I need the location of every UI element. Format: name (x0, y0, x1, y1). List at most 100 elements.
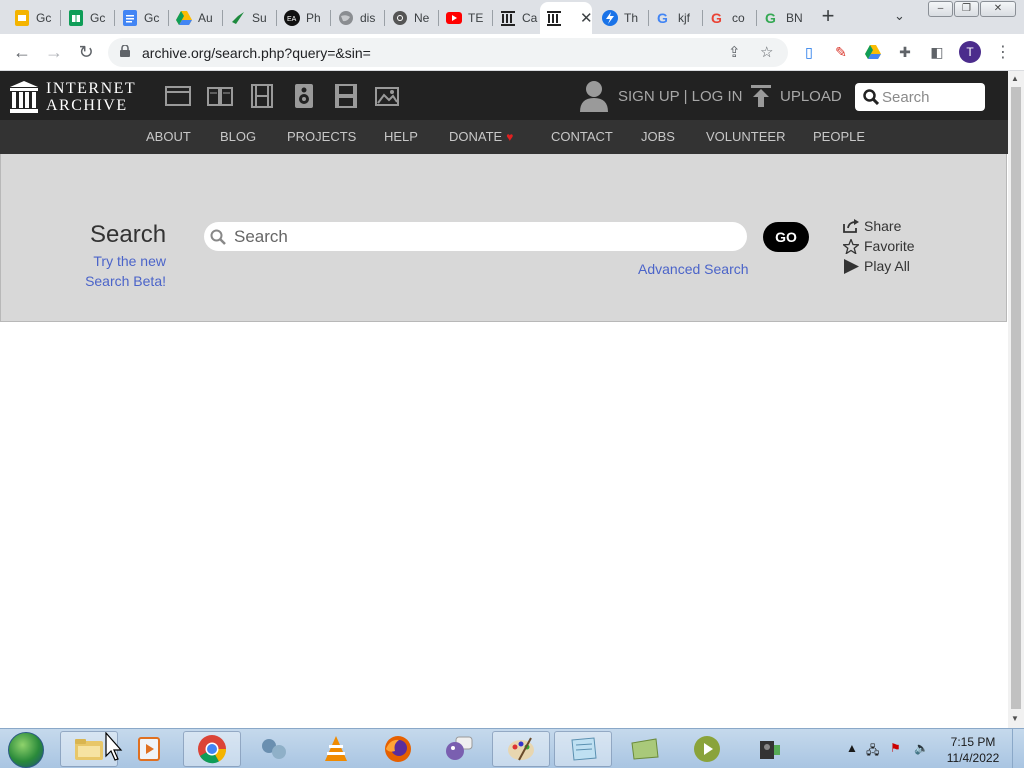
taskbar-paint[interactable] (492, 731, 550, 767)
side-panel-icon[interactable]: ◧ (928, 43, 946, 61)
taskbar-network-app[interactable] (245, 731, 303, 767)
tab-google-co[interactable]: G co (704, 4, 754, 32)
taskbar-clock[interactable]: 7:15 PM 11/4/2022 (942, 734, 1004, 766)
tab-ea[interactable]: EA Ph (278, 4, 328, 32)
nav-help[interactable]: HELP (384, 129, 418, 144)
main-search-input[interactable] (234, 225, 734, 248)
tab-ne[interactable]: Ne (386, 4, 436, 32)
show-desktop-button[interactable] (1012, 729, 1024, 768)
scrollbar-thumb[interactable] (1011, 87, 1021, 709)
tray-action-center-icon[interactable]: ⚑ (890, 741, 901, 755)
favorite-action[interactable]: Favorite (843, 236, 915, 256)
taskbar-chrome[interactable] (183, 731, 241, 767)
puzzle-extensions-icon[interactable]: ✚ (896, 43, 914, 61)
nav-donate[interactable]: DONATE ♥ (449, 129, 513, 144)
upload-icon[interactable] (751, 85, 771, 107)
tab-su[interactable]: Su (224, 4, 274, 32)
tray-volume-icon[interactable]: 🔈 (914, 741, 929, 755)
google-docs-icon (122, 10, 138, 26)
nav-blog[interactable]: BLOG (220, 129, 256, 144)
tab-label: TE (468, 11, 484, 25)
ia-logo[interactable]: INTERNET ARCHIVE (10, 79, 140, 115)
profile-avatar[interactable]: T (959, 41, 981, 63)
share-page-icon[interactable]: ⇪ (728, 43, 741, 61)
taskbar-player-green[interactable] (678, 731, 736, 767)
forward-arrow-icon[interactable]: → (44, 42, 64, 62)
minimize-button[interactable]: – (928, 1, 953, 17)
restore-button[interactable]: ❐ (954, 1, 979, 17)
tab-bolt[interactable]: Th (596, 4, 646, 32)
nav-contact[interactable]: CONTACT (551, 129, 613, 144)
pen-extension-icon[interactable]: ✎ (832, 43, 850, 61)
search-beta-link[interactable]: Try the new Search Beta! (66, 251, 166, 291)
play-all-action[interactable]: Play All (843, 256, 915, 276)
search-icon[interactable] (863, 89, 879, 105)
archive-icon (500, 10, 516, 26)
tab-google-kjf[interactable]: G kjf (650, 4, 700, 32)
scroll-down-arrow-icon[interactable]: ▼ (1011, 714, 1019, 723)
taskbar-map-app[interactable] (616, 731, 674, 767)
texts-book-icon[interactable] (207, 84, 233, 108)
windows-taskbar: ▲ 🖧 ⚑ 🔈 7:15 PM 11/4/2022 (0, 728, 1024, 768)
google-sheets-icon (68, 10, 84, 26)
svg-text:G: G (711, 10, 722, 26)
folder-icon (75, 739, 103, 760)
back-arrow-icon[interactable]: ← (12, 42, 32, 62)
play-all-label: Play All (864, 258, 910, 274)
close-window-button[interactable]: ✕ (980, 1, 1016, 17)
tab-youtube[interactable]: TE (440, 4, 490, 32)
taskbar-camera-app[interactable] (740, 731, 798, 767)
upload-link[interactable]: UPLOAD (780, 88, 842, 105)
drive-extension-icon[interactable] (864, 43, 882, 61)
tab-search-chevron-icon[interactable]: ⌄ (894, 8, 905, 24)
share-action[interactable]: Share (843, 216, 915, 236)
tab-label: Su (252, 11, 267, 25)
address-bar[interactable]: archive.org/search.php?query=&sin= ⇪ ☆ (108, 38, 788, 67)
tab-label: Ne (414, 11, 430, 25)
user-avatar-icon[interactable] (580, 80, 608, 112)
taskbar-media-player[interactable] (120, 731, 178, 767)
nav-about[interactable]: ABOUT (146, 129, 191, 144)
reload-icon[interactable]: ↻ (76, 42, 96, 62)
tray-network-icon[interactable]: 🖧 (866, 741, 879, 762)
tab-google-docs[interactable]: Gc (116, 4, 166, 32)
kebab-menu-icon[interactable]: ⋮ (994, 43, 1012, 61)
taskbar-firefox[interactable] (369, 731, 427, 767)
advanced-search-link[interactable]: Advanced Search (638, 261, 749, 277)
bookmark-star-icon[interactable]: ☆ (760, 43, 773, 61)
nav-projects[interactable]: PROJECTS (287, 129, 356, 144)
go-button[interactable]: GO (763, 222, 809, 252)
tab-google-slides[interactable]: Gc (8, 4, 58, 32)
taskbar-vlc[interactable] (307, 731, 365, 767)
google-icon: G (656, 10, 672, 26)
tray-expand-arrow-icon[interactable]: ▲ (846, 741, 858, 755)
images-icon[interactable] (375, 84, 401, 108)
scroll-up-arrow-icon[interactable]: ▲ (1011, 74, 1019, 83)
new-tab-button[interactable]: + (816, 5, 840, 29)
taskbar-notepad[interactable] (554, 731, 612, 767)
tab-archive-active[interactable]: ✕ (540, 2, 592, 34)
header-search-input[interactable] (882, 87, 980, 107)
nav-volunteer[interactable]: VOLUNTEER (706, 129, 785, 144)
pidgin-bird-icon (446, 736, 473, 760)
vertical-scrollbar[interactable]: ▲ ▼ (1008, 71, 1024, 728)
tab-label: Ph (306, 11, 321, 25)
tab-google-sheets[interactable]: Gc (62, 4, 112, 32)
tab-globe[interactable]: dis (332, 4, 382, 32)
video-film-icon[interactable] (249, 84, 275, 108)
reader-extension-icon[interactable]: ▯ (800, 43, 818, 61)
nav-jobs[interactable]: JOBS (641, 129, 675, 144)
audio-speaker-icon[interactable] (291, 84, 317, 108)
nav-people[interactable]: PEOPLE (813, 129, 865, 144)
close-tab-icon[interactable]: ✕ (580, 9, 592, 27)
start-orb-button[interactable] (8, 732, 44, 768)
tab-archive-ca[interactable]: Ca (494, 4, 540, 32)
signup-login-link[interactable]: SIGN UP | LOG IN (618, 88, 742, 105)
web-icon[interactable] (165, 84, 191, 108)
taskbar-pidgin[interactable] (430, 731, 488, 767)
tab-label: Th (624, 11, 639, 25)
tab-google-drive[interactable]: Au (170, 4, 220, 32)
software-floppy-icon[interactable] (333, 84, 359, 108)
camera-icon (760, 741, 780, 759)
tab-google-bn[interactable]: G BN (758, 4, 806, 32)
